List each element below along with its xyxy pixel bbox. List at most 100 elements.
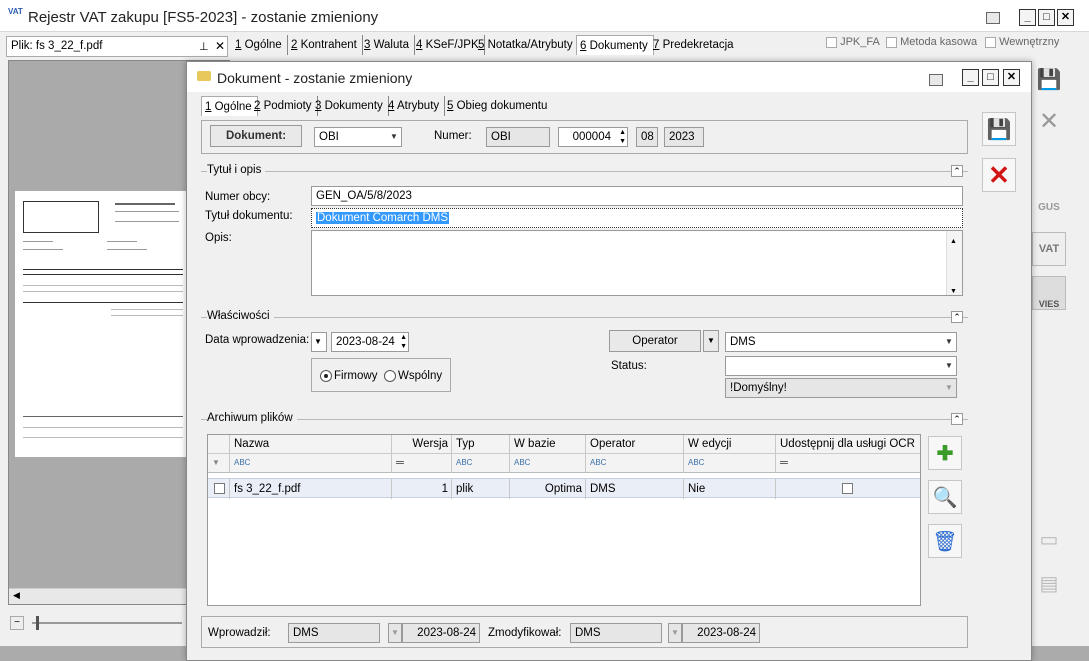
data-calendar-button[interactable]: ▼ [311,332,327,352]
month-field: 08 [636,127,658,147]
maximize-button[interactable]: □ [1038,9,1055,26]
pin-icon[interactable]: ⊥ [199,40,209,53]
operator-chevron-icon[interactable]: ▼ [942,333,956,351]
numer-obcy-field[interactable]: GEN_OA/5/8/2023 [311,186,963,206]
scroll-left-icon[interactable]: ◀ [13,590,20,601]
docs-gray-icon[interactable]: ▤ [1032,566,1066,600]
panel-close-icon[interactable]: ✕ [215,39,225,53]
filter-icon[interactable]: ▼ [208,454,230,472]
dialog-save-button[interactable]: 💾 [982,112,1016,146]
dialog-tab-3[interactable]: 4 Atrybuty [385,96,446,116]
document-type-select[interactable]: OBI ▼ [314,127,402,147]
dialog-maximize-button[interactable]: □ [982,69,999,86]
opis-scrollbar[interactable]: ▲ ▼ [946,231,962,295]
filter-nazwa[interactable]: ABC [230,454,392,472]
screenshot-icon[interactable] [986,12,1000,24]
preview-file-button[interactable]: 🔍 [928,480,962,514]
table-row[interactable]: fs 3_22_f.pdf 1 plik Optima DMS Nie [208,478,920,499]
col-operator[interactable]: Operator [586,435,684,453]
data-field[interactable]: 2023-08-24 ▲ ▼ [331,332,409,352]
wprowadzil-dd-icon: ▼ [388,623,402,643]
radio-firmowy[interactable] [320,370,332,382]
props-collapse-icon[interactable]: ⌃ [951,311,963,323]
col-w-bazie[interactable]: W bazie [510,435,586,453]
filter-typ[interactable]: ABC [452,454,510,472]
jpk-fa-check[interactable]: JPK_FA [826,36,880,48]
dialog-tab-2[interactable]: 3 Dokumenty [312,96,389,116]
props-heading: Właściwości [207,310,274,322]
add-file-button[interactable]: ✚ [928,436,962,470]
file-label: Plik: fs 3_22_f.pdf [11,40,103,52]
main-cancel-button[interactable]: ✕ [1032,104,1066,138]
pdf-page-thumbnail[interactable] [15,191,187,457]
numer-value-field[interactable]: 000004 ▲ ▼ [558,127,628,147]
main-tab-bar: 1 Ogólne 2 Kontrahent 3 Waluta 4 KSeF/JPK 5 … [232,35,772,55]
delete-file-button[interactable]: 🗑 [928,524,962,558]
wewnetrzny-check[interactable]: Wewnętrzny [985,36,1059,48]
minimize-button[interactable]: _ [1019,9,1036,26]
document-button[interactable]: Dokument: [210,125,302,147]
filter-operator[interactable]: ABC [586,454,684,472]
doc-gray-icon[interactable]: ▭ [1032,522,1066,556]
numer-label: Numer: [434,130,472,142]
filter-w-bazie[interactable]: ABC [510,454,586,472]
col-typ[interactable]: Typ [452,435,510,453]
metoda-kasowa-check[interactable]: Metoda kasowa [886,36,977,48]
dialog-tab-bar: 1 Ogólne 2 Podmioty 3 Dokumenty 4 Atrybuty 5… [201,96,561,116]
main-tab-6[interactable]: 7 Predekretacja [650,35,739,55]
zoom-slider[interactable]: − [8,612,188,634]
chevron-down-icon[interactable]: ▼ [387,128,401,146]
tytul-selected-text: Dokument Comarch DMS [316,212,450,224]
dialog-close-button[interactable]: ✕ [1003,69,1020,86]
cell-w-edycji: Nie [684,479,776,499]
dialog-tab-0[interactable]: 1 Ogólne [201,96,258,116]
default-chevron-icon[interactable]: ▼ [942,379,956,397]
stepper-icon[interactable]: ▲ ▼ [619,128,626,146]
close-button[interactable]: ✕ [1057,9,1074,26]
app-icon: VAT [8,7,23,16]
zmodyfikowal-dd-icon: ▼ [668,623,682,643]
opis-label: Opis: [205,232,232,244]
radio-wspolny[interactable] [384,370,396,382]
dialog-minimize-button[interactable]: _ [962,69,979,86]
main-tab-5[interactable]: 6 Dokumenty [576,35,654,55]
date-stepper-icon[interactable]: ▲ ▼ [400,333,407,351]
archive-collapse-icon[interactable]: ⌃ [951,413,963,425]
operator-field[interactable]: DMS ▼ [725,332,957,352]
main-tab-2[interactable]: 3 Waluta [361,35,415,55]
vat-check-icon[interactable]: VAT [1032,232,1066,266]
col-nazwa[interactable]: Nazwa [230,435,392,453]
col-w-edycji[interactable]: W edycji [684,435,776,453]
dialog-doc-icon [197,71,211,81]
filter-wersja[interactable]: ═ [392,454,452,472]
dialog-screenshot-icon[interactable] [929,74,943,86]
dialog-tab-1[interactable]: 2 Podmioty [251,96,318,116]
cell-ocr[interactable] [776,479,920,499]
operator-button[interactable]: Operator [609,330,701,352]
row-select-cell[interactable] [208,479,230,499]
zmodyfikowal-date: 2023-08-24 [682,623,760,643]
dialog-tab-4[interactable]: 5 Obieg dokumentu [444,96,552,116]
main-tab-4[interactable]: 5 Notatka/Atrybuty [475,35,579,55]
gus-icon[interactable]: GUS [1032,190,1066,224]
ocr-checkbox[interactable] [842,483,853,494]
vies-icon[interactable]: VIES [1032,276,1066,310]
status-chevron-icon[interactable]: ▼ [942,357,956,375]
cell-nazwa: fs 3_22_f.pdf [230,479,392,499]
main-tab-1[interactable]: 2 Kontrahent [288,35,363,55]
file-panel-header: Plik: fs 3_22_f.pdf ⊥ ✕ [6,36,228,57]
main-save-button[interactable]: 💾 [1032,62,1066,96]
dialog-cancel-button[interactable]: ✕ [982,158,1016,192]
filter-w-edycji[interactable]: ABC [684,454,776,472]
status-field[interactable]: ▼ [725,356,957,376]
main-tab-0[interactable]: 1 Ogólne [232,35,288,55]
filter-ocr[interactable]: ═ [776,454,920,472]
default-field[interactable]: !Domyślny! ▼ [725,378,957,398]
col-ocr[interactable]: Udostępnij dla usługi OCR [776,435,920,453]
operator-dropdown-button[interactable]: ▼ [703,330,719,352]
col-wersja[interactable]: Wersja [392,435,452,453]
opis-textarea[interactable]: ▲ ▼ [311,230,963,296]
main-tab-3[interactable]: 4 KSeF/JPK [413,35,485,55]
collapse-icon[interactable]: ⌃ [951,165,963,177]
tytul-field[interactable]: Dokument Comarch DMS [311,208,963,228]
